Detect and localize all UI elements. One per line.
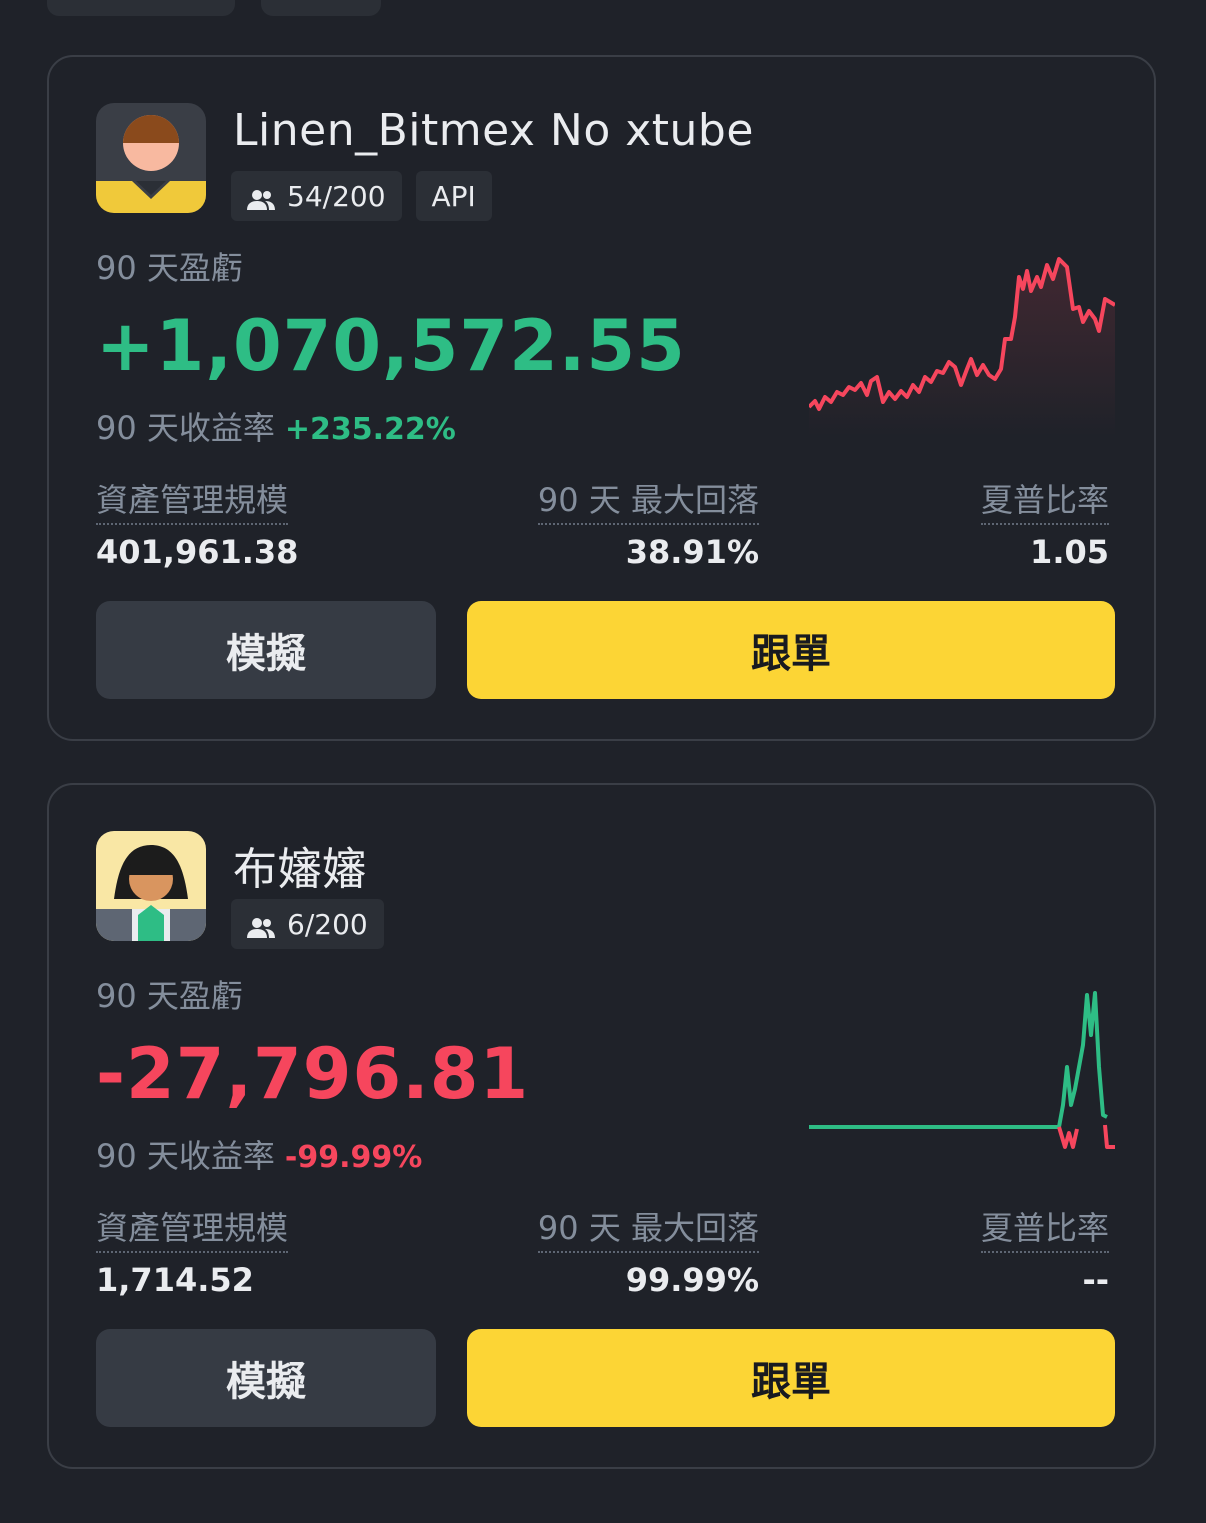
top-filter-tabs (0, 0, 1206, 20)
copy-trade-button[interactable]: 跟單 (467, 1329, 1115, 1427)
trader-name[interactable]: 布嬸嬸 (233, 833, 367, 897)
api-badge: API (415, 171, 492, 221)
trader-card[interactable]: 布嬸嬸 6/200 90 天盈虧 -27,796.81 90 天收益率 -99.9… (47, 783, 1156, 1469)
max-drawdown-value: 38.91% (625, 533, 759, 571)
pnl-sparkline (809, 257, 1115, 437)
sharpe-ratio-label[interactable]: 夏普比率 (980, 1203, 1109, 1253)
sharpe-ratio-label[interactable]: 夏普比率 (980, 475, 1109, 525)
followers-badge: 54/200 (231, 171, 402, 221)
simulate-button[interactable]: 模擬 (96, 1329, 436, 1427)
pnl-value: -27,796.81 (96, 1033, 530, 1115)
male-avatar-icon[interactable] (96, 103, 206, 213)
pnl-value: +1,070,572.55 (96, 305, 686, 387)
trader-card[interactable]: Linen_Bitmex No xtube 54/200 API 90 天盈虧 … (47, 55, 1156, 741)
people-icon (247, 185, 275, 210)
trader-name[interactable]: Linen_Bitmex No xtube (233, 105, 754, 156)
aum-label[interactable]: 資產管理規模 (96, 1203, 289, 1253)
pnl-label: 90 天盈虧 (96, 249, 243, 287)
roi-row: 90 天收益率 -99.99% (96, 1131, 422, 1177)
roi-label: 90 天收益率 (96, 1137, 275, 1175)
simulate-button[interactable]: 模擬 (96, 601, 436, 699)
followers-count: 6/200 (287, 907, 368, 941)
trader-badges: 6/200 (231, 899, 384, 949)
pnl-sparkline (809, 991, 1115, 1149)
max-drawdown-value: 99.99% (625, 1261, 759, 1299)
roi-row: 90 天收益率 +235.22% (96, 403, 456, 449)
max-drawdown-label[interactable]: 90 天 最大回落 (537, 1203, 759, 1253)
aum-value: 1,714.52 (96, 1261, 254, 1299)
followers-badge: 6/200 (231, 899, 384, 949)
roi-value: -99.99% (284, 1140, 423, 1175)
roi-value: +235.22% (284, 412, 456, 447)
followers-count: 54/200 (287, 179, 386, 213)
roi-label: 90 天收益率 (96, 409, 275, 447)
sharpe-ratio-value: 1.05 (1030, 533, 1109, 571)
filter-tab[interactable] (47, 0, 235, 16)
female-avatar-icon[interactable] (96, 831, 206, 941)
max-drawdown-label[interactable]: 90 天 最大回落 (537, 475, 759, 525)
people-icon (247, 913, 275, 938)
sharpe-ratio-value: -- (1082, 1261, 1109, 1299)
aum-value: 401,961.38 (96, 533, 299, 571)
aum-label[interactable]: 資產管理規模 (96, 475, 289, 525)
filter-tab[interactable] (261, 0, 381, 16)
pnl-label: 90 天盈虧 (96, 977, 243, 1015)
copy-trade-button[interactable]: 跟單 (467, 601, 1115, 699)
trader-badges: 54/200 API (231, 171, 492, 221)
